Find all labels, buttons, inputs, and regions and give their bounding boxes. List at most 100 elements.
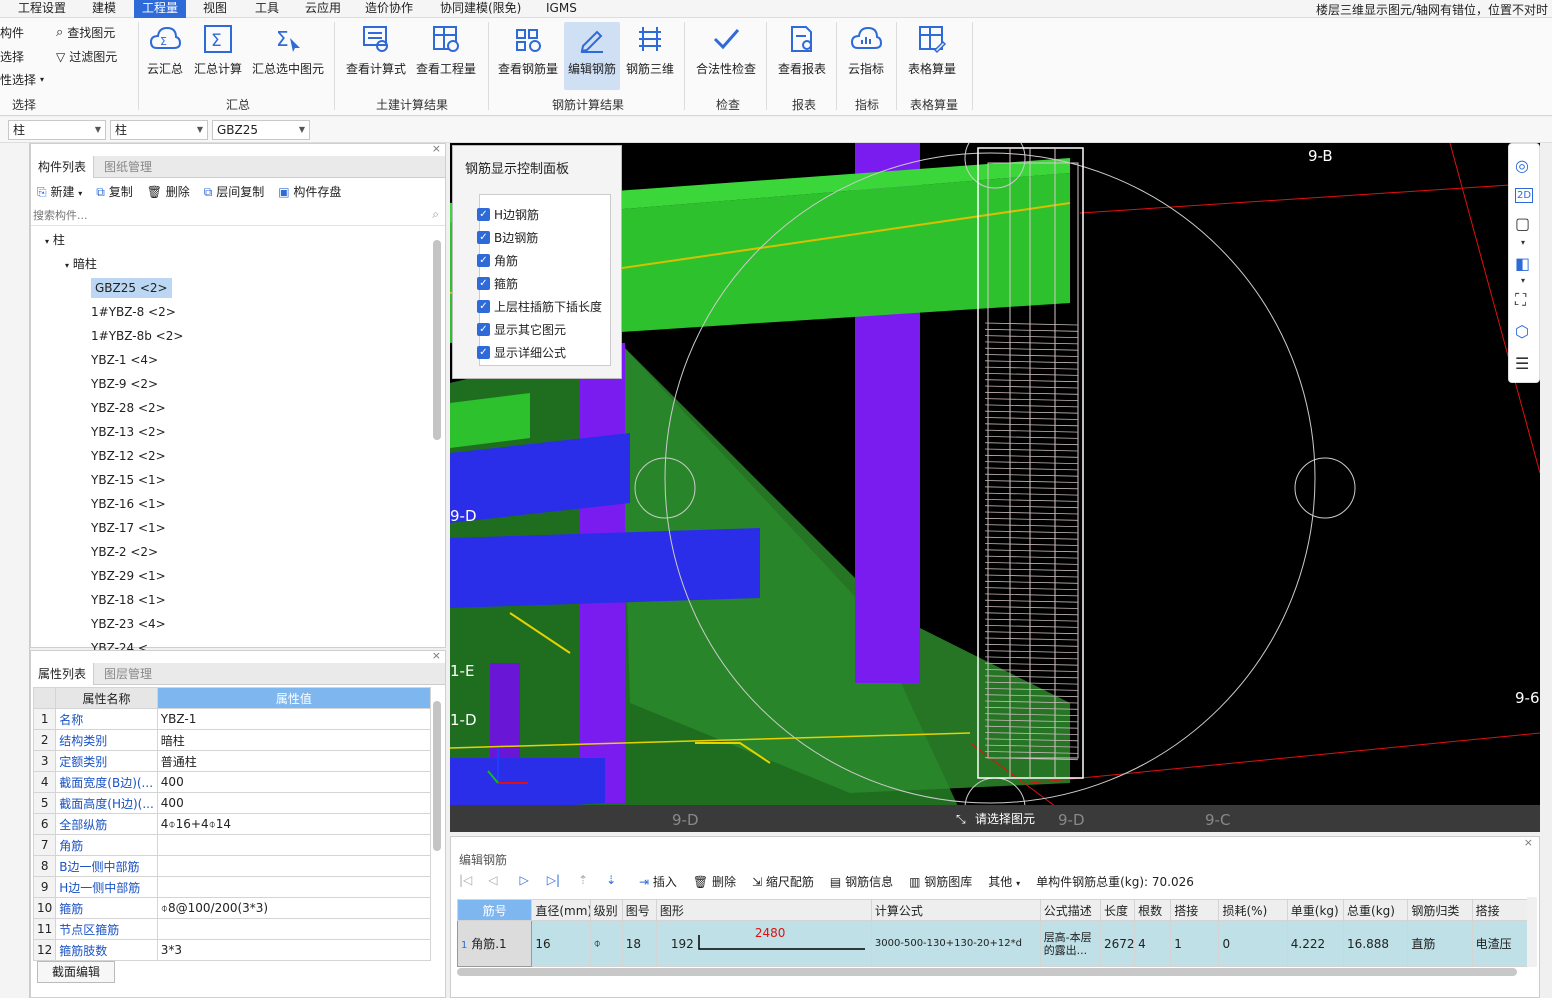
- component-item[interactable]: YBZ-9 <2>: [91, 374, 158, 394]
- attr-value[interactable]: 400: [156, 771, 432, 793]
- scrollbar[interactable]: [433, 240, 441, 440]
- attr-value[interactable]: 400: [156, 792, 432, 814]
- component-item[interactable]: YBZ-29 <1>: [91, 566, 166, 586]
- attr-value[interactable]: [156, 855, 432, 877]
- checkbox-checked-icon[interactable]: ✓: [477, 277, 490, 290]
- table-row[interactable]: 11 节点区箍筋: [32, 918, 432, 940]
- lap-type-cell[interactable]: 电渣压: [1471, 920, 1534, 967]
- column-header[interactable]: 单重(kg): [1286, 899, 1345, 921]
- table-calc-button[interactable]: 表格算量: [902, 22, 962, 77]
- tree-root-column[interactable]: ▾ 柱: [45, 230, 65, 250]
- length-cell[interactable]: 2672: [1099, 920, 1136, 967]
- formula-cell[interactable]: 3000-500-130+130-20+12*d: [870, 920, 1041, 967]
- search-icon[interactable]: ⌕: [432, 207, 439, 222]
- table-row[interactable]: 12 箍筋肢数 3*3: [32, 939, 432, 961]
- formula-desc-cell[interactable]: 层高-本层的露出...: [1039, 920, 1101, 967]
- component-item[interactable]: YBZ-1 <4>: [91, 350, 158, 370]
- tab-component-list[interactable]: 构件列表: [31, 156, 95, 178]
- tab-drawing-management[interactable]: 图纸管理: [97, 156, 159, 178]
- rebar-library-button[interactable]: ▥ 钢筋图库: [909, 873, 972, 890]
- rebar-option-checkbox[interactable]: ✓ 角筋: [477, 252, 518, 269]
- component-item[interactable]: YBZ-18 <1>: [91, 590, 166, 610]
- category-cell[interactable]: 直筋: [1407, 920, 1473, 967]
- legality-check-button[interactable]: 合法性检查: [694, 22, 758, 77]
- total-weight-cell[interactable]: 16.888: [1343, 920, 1409, 967]
- save-component-button[interactable]: ▣ 构件存盘: [278, 183, 341, 200]
- attr-value[interactable]: 普通柱: [156, 750, 432, 772]
- table-row[interactable]: 5 截面高度(H边)(... 400: [32, 792, 432, 814]
- lap-cell[interactable]: 1: [1170, 920, 1220, 967]
- column-header[interactable]: 钢筋归类: [1407, 899, 1473, 921]
- component-item[interactable]: YBZ-17 <1>: [91, 518, 166, 538]
- table-row[interactable]: 4 截面宽度(B边)(... 400: [32, 771, 432, 793]
- filter-element-button[interactable]: ▽ 过滤图元: [56, 48, 117, 65]
- attr-value[interactable]: 暗柱: [156, 729, 432, 751]
- orbit-handle[interactable]: [1294, 457, 1356, 519]
- rebar-info-button[interactable]: ▤ 钢筋信息: [830, 873, 893, 890]
- component-item[interactable]: YBZ-12 <2>: [91, 446, 166, 466]
- attr-value[interactable]: 4⌽16+4⌽14: [156, 813, 432, 835]
- summary-calc-button[interactable]: Σ 汇总计算: [192, 22, 244, 77]
- table-row[interactable]: 9 H边一侧中部筋: [32, 876, 432, 898]
- component-item[interactable]: 1#YBZ-8b <2>: [91, 326, 183, 346]
- tab-layer-management[interactable]: 图层管理: [97, 663, 159, 685]
- component-type-select[interactable]: 柱 ▼: [110, 120, 208, 140]
- table-row[interactable]: 7 角筋: [32, 834, 432, 856]
- attr-value[interactable]: ⌽8@100/200(3*3): [156, 897, 432, 919]
- close-icon[interactable]: ×: [432, 649, 441, 662]
- orbit-icon[interactable]: ◎: [1515, 156, 1529, 175]
- 2d-view-icon[interactable]: 2D: [1515, 188, 1534, 203]
- move-up-icon[interactable]: ⇡: [578, 873, 588, 887]
- column-header[interactable]: 公式描述: [1039, 899, 1101, 921]
- column-header[interactable]: 总重(kg): [1343, 899, 1409, 921]
- view-formula-button[interactable]: 查看计算式: [344, 22, 408, 77]
- delete-button[interactable]: 🗑 删除: [147, 183, 190, 200]
- figure-no-cell[interactable]: 18: [621, 920, 657, 967]
- tab-property-list[interactable]: 属性列表: [31, 663, 95, 685]
- list-view-icon[interactable]: ☰: [1515, 354, 1529, 373]
- menu-cost-collab[interactable]: 造价协作: [365, 0, 413, 18]
- diameter-cell[interactable]: 16: [531, 920, 591, 967]
- edit-rebar-button[interactable]: 编辑钢筋: [564, 22, 620, 90]
- column-header[interactable]: 图形: [655, 899, 872, 921]
- column-header[interactable]: 筋号: [456, 899, 533, 921]
- component-item[interactable]: YBZ-23 <4>: [91, 614, 166, 634]
- column-header[interactable]: 图号: [621, 899, 657, 921]
- other-menu[interactable]: 其他 ▾: [988, 873, 1020, 890]
- table-row[interactable]: 10 箍筋 ⌽8@100/200(3*3): [32, 897, 432, 919]
- attr-value[interactable]: 3*3: [156, 939, 432, 961]
- first-icon[interactable]: |◁: [459, 873, 472, 887]
- rebar-option-checkbox[interactable]: ✓ B边钢筋: [477, 229, 538, 246]
- expand-icon[interactable]: ▾: [65, 261, 69, 270]
- close-icon[interactable]: ×: [432, 142, 441, 155]
- menu-view[interactable]: 视图: [203, 0, 227, 18]
- rebar-option-checkbox[interactable]: ✓ 上层柱插筋下插长度: [477, 298, 602, 315]
- table-row[interactable]: 6 全部纵筋 4⌽16+4⌽14: [32, 813, 432, 835]
- component-item[interactable]: YBZ-13 <2>: [91, 422, 166, 442]
- summary-selected-button[interactable]: Σ 汇总选中图元: [250, 22, 326, 77]
- scrollbar[interactable]: [1527, 897, 1537, 967]
- table-row[interactable]: 2 结构类别 暗柱: [32, 729, 432, 751]
- column-header[interactable]: 级别: [589, 899, 623, 921]
- attr-value[interactable]: YBZ-1: [156, 708, 432, 730]
- checkbox-checked-icon[interactable]: ✓: [477, 300, 490, 313]
- menu-quantity[interactable]: 工程量: [134, 0, 187, 18]
- floor-type-select[interactable]: 柱 ▼: [8, 120, 106, 140]
- select-item[interactable]: 选择: [0, 48, 24, 65]
- rebar-option-checkbox[interactable]: ✓ 显示详细公式: [477, 344, 566, 361]
- tree-group-hidden-column[interactable]: ▾ 暗柱: [65, 254, 97, 274]
- last-icon[interactable]: ▷|: [547, 873, 560, 887]
- checkbox-checked-icon[interactable]: ✓: [477, 346, 490, 359]
- find-element-button[interactable]: ⌕ 查找图元: [56, 24, 115, 41]
- checkbox-checked-icon[interactable]: ✓: [477, 208, 490, 221]
- scale-rebar-button[interactable]: ⇲ 缩尺配筋: [752, 873, 814, 890]
- select-by-attr[interactable]: 性选择 ▾: [0, 71, 44, 88]
- checkbox-checked-icon[interactable]: ✓: [477, 231, 490, 244]
- column-header[interactable]: 搭接: [1170, 899, 1220, 921]
- rebar-option-checkbox[interactable]: ✓ 箍筋: [477, 275, 518, 292]
- unit-weight-cell[interactable]: 4.222: [1286, 920, 1345, 967]
- component-item[interactable]: YBZ-16 <1>: [91, 494, 166, 514]
- select-component[interactable]: 构件: [0, 24, 24, 41]
- search-input[interactable]: [31, 206, 411, 224]
- component-item[interactable]: GBZ25 <2>: [91, 278, 172, 298]
